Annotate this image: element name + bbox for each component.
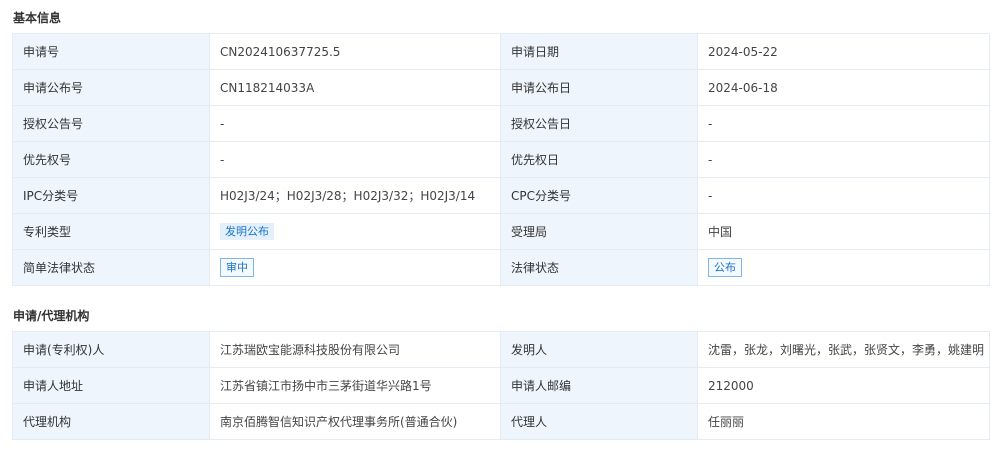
field-label: 优先权日: [500, 141, 698, 178]
section-title-applicant-agency: 申请/代理机构: [13, 309, 90, 323]
field-label: 申请公布日: [500, 69, 698, 106]
publication-number-value: CN118214033A: [209, 69, 501, 106]
table-row: 授权公告号 - 授权公告日 -: [12, 105, 990, 142]
publication-date-value: 2024-06-18: [697, 69, 990, 106]
table-row: 申请号 CN202410637725.5 申请日期 2024-05-22: [12, 33, 990, 70]
table-row: 申请公布号 CN118214033A 申请公布日 2024-06-18: [12, 69, 990, 106]
table-row: 简单法律状态 审中 法律状态 公布: [12, 249, 990, 286]
inventors-value: 沈雷，张龙，刘曙光，张武，张贤文，李勇，姚建明: [697, 331, 990, 368]
field-label: CPC分类号: [500, 177, 698, 214]
field-label: IPC分类号: [12, 177, 210, 214]
field-label: 代理机构: [12, 403, 210, 440]
cpc-class-value: -: [697, 177, 990, 214]
table-row: IPC分类号 H02J3/24；H02J3/28；H02J3/32；H02J3/…: [12, 177, 990, 214]
legal-status-badge: 公布: [708, 258, 742, 277]
field-label: 简单法律状态: [12, 249, 210, 286]
patent-type-cell: 发明公布: [209, 213, 501, 250]
field-label: 优先权号: [12, 141, 210, 178]
applicant-postcode-value: 212000: [697, 367, 990, 404]
simple-legal-status-cell: 审中: [209, 249, 501, 286]
receiving-office-value: 中国: [697, 213, 990, 250]
priority-date-value: -: [697, 141, 990, 178]
field-label: 发明人: [500, 331, 698, 368]
table-row: 优先权号 - 优先权日 -: [12, 141, 990, 178]
basic-info-table: 申请号 CN202410637725.5 申请日期 2024-05-22 申请公…: [12, 33, 990, 286]
table-row: 申请(专利权)人 江苏瑞欧宝能源科技股份有限公司 发明人 沈雷，张龙，刘曙光，张…: [12, 331, 990, 368]
simple-legal-status-badge: 审中: [220, 258, 254, 277]
field-label: 申请日期: [500, 33, 698, 70]
agent-value: 任丽丽: [697, 403, 990, 440]
field-label: 申请人邮编: [500, 367, 698, 404]
field-label: 受理局: [500, 213, 698, 250]
field-label: 专利类型: [12, 213, 210, 250]
field-label: 法律状态: [500, 249, 698, 286]
application-number-value: CN202410637725.5: [209, 33, 501, 70]
field-label: 代理人: [500, 403, 698, 440]
section-title-basic-info: 基本信息: [13, 11, 62, 25]
table-row: 专利类型 发明公布 受理局 中国: [12, 213, 990, 250]
grant-date-value: -: [697, 105, 990, 142]
agency-link[interactable]: 南京佰腾智信知识产权代理事务所(普通合伙): [209, 403, 501, 440]
ipc-class-value: H02J3/24；H02J3/28；H02J3/32；H02J3/14: [209, 177, 501, 214]
legal-status-cell: 公布: [697, 249, 990, 286]
patent-type-badge: 发明公布: [220, 223, 274, 240]
field-label: 授权公告号: [12, 105, 210, 142]
grant-number-value: -: [209, 105, 501, 142]
field-label: 申请(专利权)人: [12, 331, 210, 368]
applicant-address-value: 江苏省镇江市扬中市三茅街道华兴路1号: [209, 367, 501, 404]
applicant-link[interactable]: 江苏瑞欧宝能源科技股份有限公司: [209, 331, 501, 368]
field-label: 申请人地址: [12, 367, 210, 404]
field-label: 申请公布号: [12, 69, 210, 106]
priority-number-value: -: [209, 141, 501, 178]
application-date-value: 2024-05-22: [697, 33, 990, 70]
table-row: 申请人地址 江苏省镇江市扬中市三茅街道华兴路1号 申请人邮编 212000: [12, 367, 990, 404]
field-label: 授权公告日: [500, 105, 698, 142]
applicant-agency-table: 申请(专利权)人 江苏瑞欧宝能源科技股份有限公司 发明人 沈雷，张龙，刘曙光，张…: [12, 331, 990, 440]
table-row: 代理机构 南京佰腾智信知识产权代理事务所(普通合伙) 代理人 任丽丽: [12, 403, 990, 440]
field-label: 申请号: [12, 33, 210, 70]
